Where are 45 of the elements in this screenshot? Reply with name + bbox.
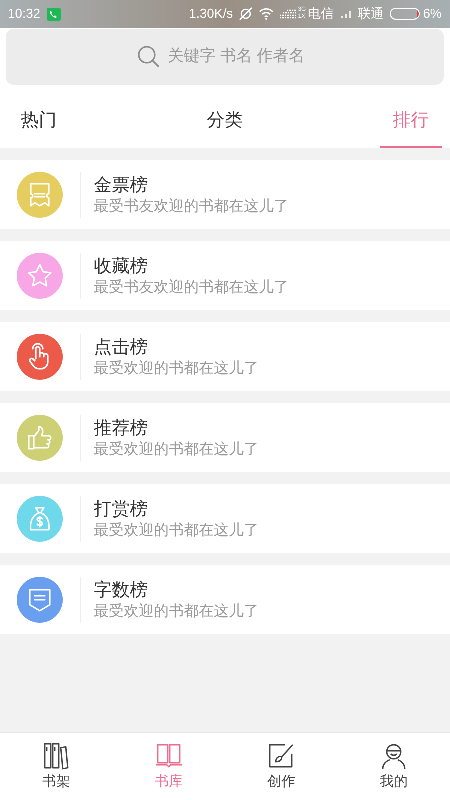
wifi-icon: [259, 8, 274, 20]
phone-icon: [46, 8, 61, 20]
ticket-icon: [29, 182, 51, 208]
ranking-subtitle: 最受欢迎的书都在这儿了: [94, 440, 259, 460]
nav-tab[interactable]: 我的: [338, 733, 450, 800]
alarm-off-icon: [239, 7, 254, 21]
tab[interactable]: 分类: [194, 95, 256, 148]
star-icon: [27, 262, 53, 288]
ranking-item[interactable]: 点击榜 最受欢迎的书都在这儿了: [0, 322, 450, 391]
thumbs-up-icon: [27, 424, 53, 450]
bookshelf-icon: [43, 742, 70, 770]
ranking-subtitle: 最受书友欢迎的书都在这儿了: [94, 196, 289, 216]
ranking-item[interactable]: 金票榜 最受书友欢迎的书都在这儿了: [0, 160, 450, 229]
open-book-icon: [154, 742, 183, 770]
signal-icon: [280, 9, 296, 19]
ranking-title: 点击榜: [94, 336, 149, 358]
search-field[interactable]: 关键字 书名 作者名: [6, 29, 444, 85]
ranking-subtitle: 最受欢迎的书都在这儿了: [94, 358, 259, 378]
carrier-name: 联通: [358, 5, 384, 24]
nav-tab[interactable]: 创作: [225, 733, 338, 800]
signal-icon: [340, 10, 352, 18]
carrier-name: 电信: [308, 5, 334, 24]
brush-icon: [267, 742, 296, 770]
ranking-item[interactable]: 打赏榜 最受欢迎的书都在这儿了: [0, 484, 450, 553]
ranking-title: 金票榜: [94, 174, 149, 196]
ranking-subtitle: 最受欢迎的书都在这儿了: [94, 520, 259, 540]
ranking-title: 推荐榜: [94, 416, 149, 440]
person-icon: [380, 742, 407, 770]
network-speed: 1.30K/s: [189, 5, 234, 24]
battery-icon: [390, 8, 420, 20]
ranking-title: 打赏榜: [94, 498, 149, 520]
ranking-title: 收藏榜: [94, 254, 149, 278]
ranking-subtitle: 最受书友欢迎的书都在这儿了: [94, 278, 289, 298]
battery-percent: 6%: [423, 5, 442, 24]
nav-tab[interactable]: 书架: [0, 733, 112, 800]
search-icon: [137, 45, 161, 69]
tab[interactable]: 热门: [8, 95, 70, 148]
ranking-item[interactable]: 字数榜 最受欢迎的书都在这儿了: [0, 565, 450, 634]
ranking-subtitle: 最受欢迎的书都在这儿了: [94, 602, 259, 622]
money-bag-icon: [28, 504, 52, 532]
ranking-title: 字数榜: [94, 578, 149, 602]
status-time: 10:32: [8, 5, 41, 24]
ranking-item[interactable]: 推荐榜 最受欢迎的书都在这儿了: [0, 403, 450, 472]
badge-icon: [28, 586, 52, 612]
ranking-item[interactable]: 收藏榜 最受书友欢迎的书都在这儿了: [0, 241, 450, 310]
